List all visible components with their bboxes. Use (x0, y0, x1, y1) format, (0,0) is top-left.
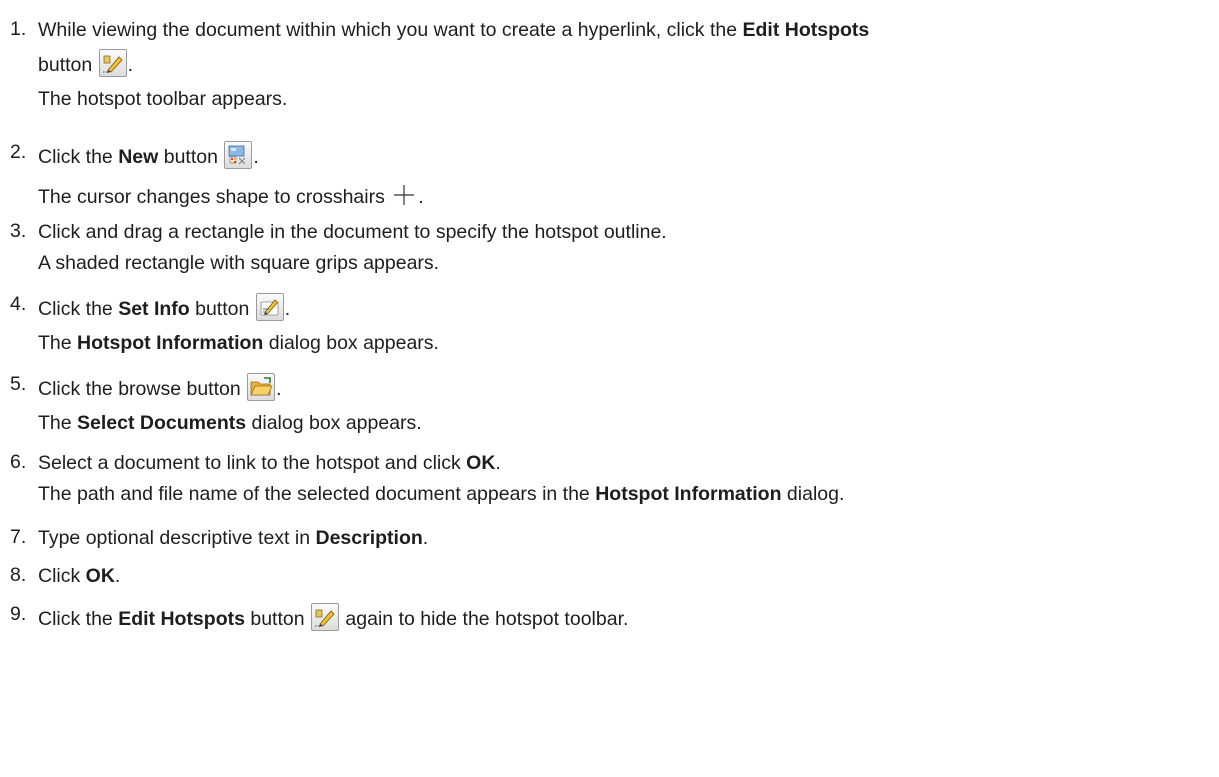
step-text: . (127, 54, 134, 76)
step-text: dialog. (781, 483, 845, 505)
step-text: . (284, 298, 291, 320)
step-text: Click the (38, 146, 119, 168)
step-bold-text: New (118, 146, 159, 168)
step-instruction-continued: button . (38, 49, 133, 78)
set-info-icon (255, 293, 284, 321)
step-instruction: Click the Edit Hotspots button again to … (38, 603, 628, 632)
step-instruction: Click the Set Info button . (38, 293, 290, 322)
step-text: dialog box appears. (246, 412, 422, 434)
step-number: 2. (10, 141, 27, 163)
step-number: 9. (10, 603, 27, 625)
step-text: . (253, 146, 259, 168)
edit-hotspots-icon (311, 603, 340, 631)
step-instruction: Click OK. (38, 564, 120, 589)
step-number: 6. (10, 451, 27, 473)
step-text: button (38, 54, 98, 76)
step-text: button (158, 146, 224, 168)
step-bold-text: Select Documents (77, 412, 247, 434)
step-bold-text: Edit Hotspots (742, 19, 870, 41)
step-text: Click the (38, 608, 119, 630)
step-text: Click the browse button (38, 378, 247, 400)
step-instruction: Click the browse button . (38, 373, 282, 402)
step-text: . (418, 186, 424, 208)
step-number: 5. (10, 373, 27, 395)
new-hotspot-icon (224, 141, 253, 169)
step-number: 8. (10, 564, 27, 586)
step-result: The Select Documents dialog box appears. (38, 411, 422, 436)
step-text: again to hide the hotspot toolbar. (340, 608, 629, 630)
step-bold-text: OK (466, 452, 496, 474)
step-text: Click the (38, 298, 119, 320)
step-text: Select a document to link to the hotspot… (38, 452, 467, 474)
step-bold-text: Hotspot Information (77, 332, 264, 354)
step-text: . (276, 378, 282, 400)
step-instruction: Type optional descriptive text in Descri… (38, 526, 428, 551)
step-text: dialog box appears. (263, 332, 439, 354)
step-number: 7. (10, 526, 27, 548)
step-text: While viewing the document within which … (38, 19, 743, 41)
step-text: . (495, 452, 501, 474)
step-result: The cursor changes shape to crosshairs . (38, 183, 424, 210)
step-text: button (189, 298, 255, 320)
step-text: The (38, 332, 78, 354)
step-result: The hotspot toolbar appears. (38, 88, 288, 110)
step-bold-text: OK (85, 565, 115, 587)
step-number: 1. (10, 18, 27, 40)
step-bold-text: Set Info (118, 298, 190, 320)
step-text: The (38, 412, 78, 434)
step-bold-text: Description (315, 527, 423, 549)
step-text: Type optional descriptive text in (38, 527, 316, 549)
step-result: A shaded rectangle with square grips app… (38, 252, 440, 274)
step-bold-text: Edit Hotspots (118, 608, 245, 630)
step-instruction: Select a document to link to the hotspot… (38, 451, 501, 476)
step-bold-text: Hotspot Information (595, 483, 782, 505)
step-text: Click (38, 565, 86, 587)
step-instruction: Click the New button . (38, 141, 259, 170)
browse-folder-icon (247, 373, 276, 401)
crosshairs-icon (391, 183, 417, 207)
step-number: 4. (10, 293, 27, 315)
step-text: The cursor changes shape to crosshairs (38, 186, 391, 208)
step-result: The Hotspot Information dialog box appea… (38, 331, 439, 356)
step-instruction: Click and drag a rectangle in the docume… (38, 221, 667, 243)
step-number: 3. (10, 220, 27, 242)
step-text: . (114, 565, 121, 587)
step-text: button (244, 608, 311, 630)
step-text: . (422, 527, 429, 549)
step-text: The path and file name of the selected d… (38, 483, 596, 505)
edit-hotspots-icon (98, 49, 127, 77)
step-instruction: While viewing the document within which … (38, 18, 869, 43)
step-result: The path and file name of the selected d… (38, 482, 844, 507)
